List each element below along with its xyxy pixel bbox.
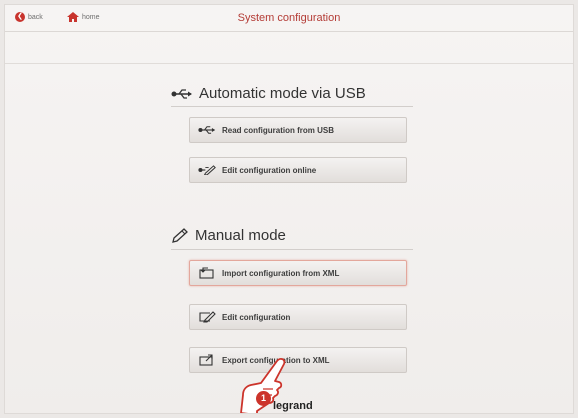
top-bar: ❮ back home System configuration xyxy=(5,5,573,32)
edit-icon xyxy=(199,311,216,323)
import-xml-button[interactable]: Import configuration from XML xyxy=(189,260,407,286)
usb-section-divider xyxy=(171,106,413,107)
manual-section-divider xyxy=(171,249,413,250)
usb-icon xyxy=(171,88,192,99)
app-window: ❮ back home System configuration Automat… xyxy=(4,4,574,414)
import-xml-label: Import configuration from XML xyxy=(222,268,340,278)
read-usb-button[interactable]: Read configuration from USB xyxy=(189,117,407,143)
step-number-badge: 1 xyxy=(256,391,271,406)
usb-edit-icon xyxy=(198,165,216,175)
usb-icon xyxy=(198,126,216,134)
header-divider xyxy=(5,63,573,64)
export-icon xyxy=(199,354,213,366)
read-usb-label: Read configuration from USB xyxy=(222,125,335,135)
usb-section-label: Automatic mode via USB xyxy=(199,85,366,102)
manual-section-title: Manual mode xyxy=(171,227,286,244)
edit-configuration-label: Edit configuration xyxy=(222,312,291,322)
edit-online-button[interactable]: Edit configuration online xyxy=(189,157,407,183)
edit-configuration-button[interactable]: Edit configuration xyxy=(189,304,407,330)
usb-section-title: Automatic mode via USB xyxy=(171,85,366,102)
edit-online-label: Edit configuration online xyxy=(222,165,317,175)
manual-section-label: Manual mode xyxy=(195,227,286,244)
import-icon xyxy=(199,267,214,279)
pencil-icon xyxy=(172,227,188,243)
export-xml-button[interactable]: Export configuration to XML xyxy=(189,347,407,373)
page-title: System configuration xyxy=(237,12,341,24)
